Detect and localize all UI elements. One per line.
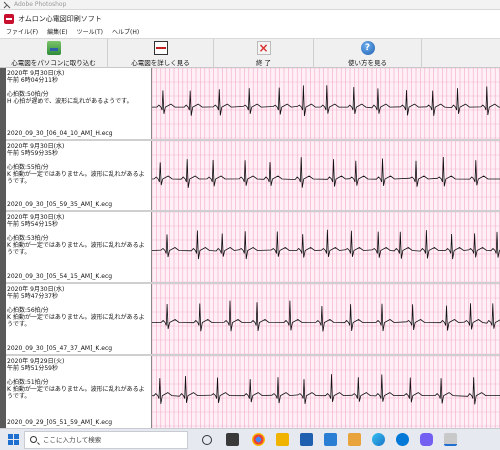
- record-time: 午前 5時59分35秒: [7, 150, 58, 157]
- help-button[interactable]: ? 使い方を見る: [314, 39, 422, 69]
- record-filename: 2020_09_30_[06_04_10_AM]_H.ecg: [7, 130, 113, 137]
- record-info: 2020年 9月30日(水) 午前 5時54分15秒 心拍数:53拍/分 K 拍…: [6, 212, 150, 282]
- record-filename: 2020_09_30_[05_47_37_AM]_K.ecg: [7, 345, 113, 352]
- ecg-record-list: 2020年 9月30日(水) 午前 6時04分11秒 心拍数:50拍/分 H 心…: [6, 68, 500, 428]
- taskbar-search-input[interactable]: ここに入力して検索: [24, 431, 188, 449]
- exit-button[interactable]: × 終 了: [214, 39, 314, 69]
- skype-icon[interactable]: [396, 433, 409, 446]
- windows-start-icon[interactable]: [8, 434, 20, 446]
- record-date: 2020年 9月30日(水): [7, 143, 65, 150]
- ecg-waveform: [152, 284, 500, 354]
- record-info: 2020年 9月30日(水) 午前 5時47分37秒 心拍数:56拍/分 K 拍…: [6, 284, 150, 354]
- photoshop-titlebar: Adobe Photoshop: [0, 0, 500, 10]
- record-message: K 拍動が一定ではありません。波形に乱れがあるようです。: [7, 314, 145, 328]
- vscode-icon[interactable]: [324, 433, 337, 446]
- cortana-icon[interactable]: [202, 435, 212, 445]
- record-heart-rate: 心拍数:55拍/分: [7, 164, 49, 171]
- record-time: 午前 5時51分59秒: [7, 365, 58, 372]
- help-label: 使い方を見る: [348, 59, 387, 67]
- view-ecg-label: 心電図を詳しく見る: [131, 59, 190, 67]
- import-ecg-button[interactable]: 心電図をパソコンに取り込む: [0, 39, 108, 69]
- ecg-waveform: [152, 212, 500, 282]
- help-icon: ?: [360, 41, 375, 55]
- record-filename: 2020_09_30_[05_59_35_AM]_K.ecg: [7, 201, 113, 208]
- record-heart-rate: 心拍数:50拍/分: [7, 91, 49, 98]
- record-filename: 2020_09_30_[05_54_15_AM]_K.ecg: [7, 273, 113, 280]
- ecg-waveform: [152, 356, 500, 428]
- window-title: オムロン心電図印刷ソフト: [18, 15, 102, 23]
- menu-tools[interactable]: ツール(T): [77, 28, 103, 38]
- ecg-app-icon[interactable]: [444, 433, 457, 446]
- record-heart-rate: 心拍数:56拍/分: [7, 307, 49, 314]
- record-info: 2020年 9月30日(水) 午前 6時04分11秒 心拍数:50拍/分 H 心…: [6, 68, 150, 139]
- record-date: 2020年 9月30日(水): [7, 286, 65, 293]
- chrome-icon[interactable]: [252, 433, 265, 446]
- record-message: K 拍動が一定ではありません。波形に乱れがあるようです。: [7, 242, 145, 256]
- menu-bar: ファイル(F) 編集(E) ツール(T) ヘルプ(H): [0, 28, 500, 38]
- photoshop-icon: [3, 1, 11, 9]
- ecg-record[interactable]: 2020年 9月29日(火) 午前 5時51分59秒 心拍数:51拍/分 K 拍…: [6, 356, 500, 428]
- record-message: K 拍動が一定ではありません。波形に乱れがあるようです。: [7, 171, 145, 185]
- ecg-view-icon: [153, 41, 168, 55]
- ecg-strip[interactable]: [151, 141, 500, 210]
- import-icon: [46, 41, 61, 55]
- ecg-strip[interactable]: [151, 284, 500, 354]
- record-date: 2020年 9月30日(水): [7, 70, 65, 77]
- record-time: 午前 5時47分37秒: [7, 293, 58, 300]
- record-heart-rate: 心拍数:51拍/分: [7, 379, 49, 386]
- close-icon: ×: [256, 41, 271, 55]
- task-view-icon[interactable]: [226, 433, 239, 446]
- edge-icon[interactable]: [372, 433, 385, 446]
- ecg-record[interactable]: 2020年 9月30日(水) 午前 5時54分15秒 心拍数:53拍/分 K 拍…: [6, 212, 500, 284]
- view-ecg-button[interactable]: 心電図を詳しく見る: [108, 39, 214, 69]
- ecg-record[interactable]: 2020年 9月30日(水) 午前 5時47分37秒 心拍数:56拍/分 K 拍…: [6, 284, 500, 356]
- menu-help[interactable]: ヘルプ(H): [112, 28, 139, 38]
- ecg-strip[interactable]: [151, 212, 500, 282]
- ecg-record[interactable]: 2020年 9月30日(水) 午前 6時04分11秒 心拍数:50拍/分 H 心…: [6, 68, 500, 141]
- import-ecg-label: 心電図をパソコンに取り込む: [11, 59, 96, 67]
- record-date: 2020年 9月29日(火): [7, 358, 65, 365]
- viber-icon[interactable]: [420, 433, 433, 446]
- record-date: 2020年 9月30日(水): [7, 214, 65, 221]
- search-icon: [30, 436, 37, 443]
- ecg-strip[interactable]: [151, 68, 500, 139]
- exit-label: 終 了: [255, 59, 272, 67]
- omron-app-icon: [4, 14, 14, 24]
- outer-window-title: Adobe Photoshop: [14, 1, 67, 8]
- download-app-icon[interactable]: [300, 433, 313, 446]
- windows-taskbar: ここに入力して検索: [0, 428, 500, 450]
- file-explorer-icon[interactable]: [276, 433, 289, 446]
- record-time: 午前 6時04分11秒: [7, 77, 58, 84]
- app-titlebar: オムロン心電図印刷ソフト: [0, 10, 500, 28]
- ecg-waveform: [152, 141, 500, 210]
- record-time: 午前 5時54分15秒: [7, 221, 58, 228]
- record-heart-rate: 心拍数:53拍/分: [7, 235, 49, 242]
- files-icon[interactable]: [348, 433, 361, 446]
- ecg-strip[interactable]: [151, 356, 500, 428]
- record-info: 2020年 9月30日(水) 午前 5時59分35秒 心拍数:55拍/分 K 拍…: [6, 141, 150, 210]
- record-info: 2020年 9月29日(火) 午前 5時51分59秒 心拍数:51拍/分 K 拍…: [6, 356, 150, 428]
- taskbar-search-placeholder: ここに入力して検索: [43, 436, 102, 444]
- toolbar: 心電図をパソコンに取り込む 心電図を詳しく見る × 終 了 ? 使い方を見る: [0, 38, 500, 69]
- record-message: K 拍動が一定ではありません。波形に乱れがあるようです。: [7, 386, 145, 400]
- record-message: H 心拍が遅めで、波形に乱れがあるようです。: [7, 98, 133, 105]
- record-filename: 2020_09_29_[05_51_59_AM]_K.ecg: [7, 419, 113, 426]
- menu-edit[interactable]: 編集(E): [47, 28, 67, 38]
- menu-file[interactable]: ファイル(F): [6, 28, 38, 38]
- ecg-record[interactable]: 2020年 9月30日(水) 午前 5時59分35秒 心拍数:55拍/分 K 拍…: [6, 141, 500, 212]
- ecg-waveform: [152, 68, 500, 139]
